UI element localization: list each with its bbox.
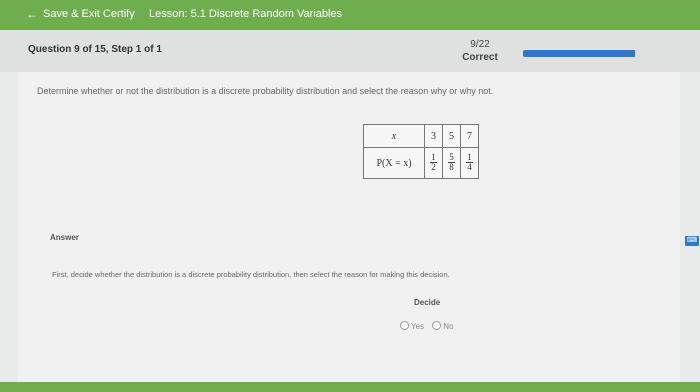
score-display: 9/22 Correct xyxy=(455,38,505,64)
x-row: x 3 5 7 xyxy=(363,124,479,148)
top-bar: ← Save & Exit Certify Lesson: 5.1 Discre… xyxy=(0,0,700,30)
p-value: 58 xyxy=(442,147,461,179)
x-value: 5 xyxy=(442,124,461,148)
result-label: Correct xyxy=(462,52,498,63)
keyboard-icon[interactable]: ⌨ xyxy=(685,236,699,246)
p-value: 12 xyxy=(424,147,443,179)
option-no[interactable]: No xyxy=(432,321,454,331)
score-value: 9/22 xyxy=(470,39,490,50)
p-denominator: 2 xyxy=(431,162,436,172)
decide-label: Decide xyxy=(414,298,441,307)
p-value: 14 xyxy=(460,147,479,179)
radio-yes[interactable] xyxy=(400,321,409,330)
radio-no[interactable] xyxy=(432,321,442,330)
progress-bar xyxy=(523,50,636,57)
x-header: x xyxy=(363,124,425,148)
p-denominator: 8 xyxy=(449,162,454,172)
progress-fill xyxy=(523,50,635,57)
option-yes[interactable]: Yes xyxy=(400,321,424,331)
option-yes-label: Yes xyxy=(411,322,425,331)
x-value: 3 xyxy=(424,124,443,148)
x-value: 7 xyxy=(460,124,479,148)
question-prompt: Determine whether or not the distributio… xyxy=(37,86,494,96)
decide-options: Yes No xyxy=(400,321,460,331)
question-panel xyxy=(18,72,680,382)
lesson-title: Lesson: 5.1 Discrete Random Variables xyxy=(149,8,343,20)
probability-row: P(X = x) 12 58 14 xyxy=(363,147,479,179)
answer-instruction: First, decide whether the distribution i… xyxy=(52,270,450,279)
p-header: P(X = x) xyxy=(363,147,425,179)
p-denominator: 4 xyxy=(467,162,472,172)
arrow-left-icon[interactable]: ← xyxy=(26,7,38,21)
answer-label: Answer xyxy=(50,233,79,242)
option-no-label: No xyxy=(443,322,454,331)
bottom-bar xyxy=(0,382,700,392)
question-label: Question 9 of 15, Step 1 of 1 xyxy=(28,44,162,55)
distribution-table: x 3 5 7 P(X = x) 12 58 14 xyxy=(363,124,479,179)
save-exit-button[interactable]: Save & Exit Certify xyxy=(43,8,135,20)
